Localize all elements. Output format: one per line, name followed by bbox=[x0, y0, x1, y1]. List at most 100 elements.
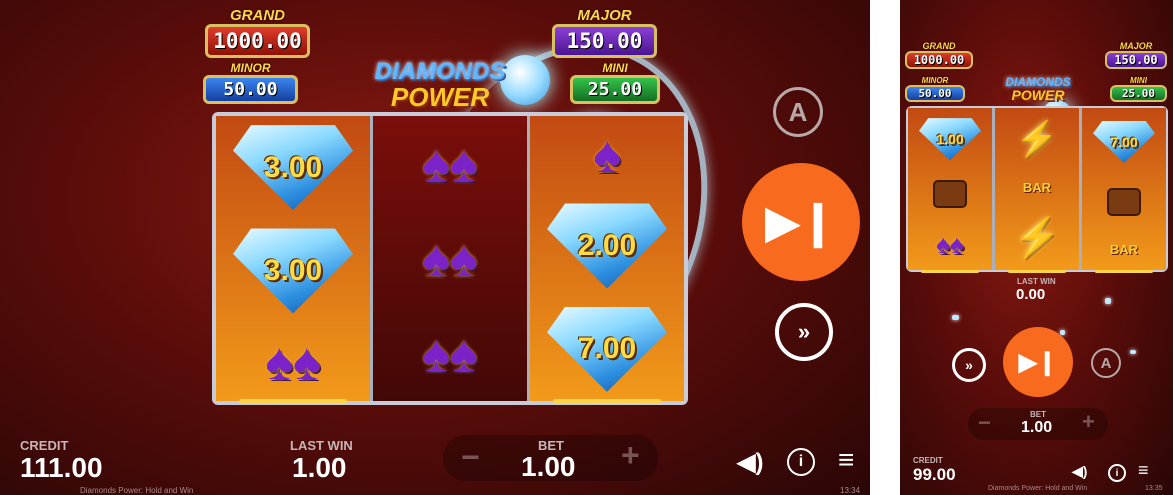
jackpot-minor-label: MINOR bbox=[921, 76, 949, 85]
bet-control: − BET 1.00 + bbox=[443, 435, 658, 482]
bet-control: − BET 1.00 + bbox=[968, 408, 1108, 440]
turbo-button[interactable]: » bbox=[775, 303, 833, 361]
spade-symbol: ♠♠ bbox=[422, 134, 478, 193]
bet-increase-button[interactable]: + bbox=[1082, 409, 1095, 435]
game-logo: DIAMONDS POWER bbox=[355, 58, 525, 112]
jackpot-grand-value: 1000.00 bbox=[205, 24, 310, 58]
jackpot-mini-value: 25.00 bbox=[1110, 85, 1167, 102]
reel-grid: 1.00 ♠♠ ⚡ BAR ⚡ 7.00 BAR bbox=[906, 106, 1168, 273]
jackpot-mini-label: MINI bbox=[1130, 76, 1147, 85]
bet-decrease-button[interactable]: − bbox=[978, 410, 991, 436]
jackpot-minor-value: 50.00 bbox=[203, 75, 298, 104]
reel-highlight-bar bbox=[553, 399, 661, 404]
footer-game-name: Diamonds Power: Hold and Win bbox=[80, 486, 194, 495]
sound-button[interactable]: ◀) bbox=[737, 448, 763, 477]
credit-label: CREDIT bbox=[913, 456, 943, 465]
autoplay-button[interactable]: A bbox=[1090, 347, 1122, 379]
jackpot-mini-label: MINI bbox=[602, 61, 628, 75]
autoplay-icon: A bbox=[1091, 348, 1121, 378]
reel-1: 3.00 3.00 ♠♠ bbox=[216, 116, 373, 404]
logo-line1: DIAMONDS bbox=[374, 58, 506, 85]
ice-shard bbox=[1105, 298, 1111, 304]
skip-forward-icon: ▶❙ bbox=[765, 197, 837, 247]
reel-1: 1.00 ♠♠ bbox=[908, 108, 995, 273]
diamond-symbol: 3.00 bbox=[233, 228, 353, 314]
bar-symbol: BAR bbox=[1109, 242, 1139, 258]
jackpot-minor: MINOR 50.00 bbox=[905, 77, 965, 102]
dice-symbol bbox=[1107, 188, 1141, 217]
jackpot-major-label: MAJOR bbox=[577, 7, 632, 24]
jackpot-grand-label: GRAND bbox=[922, 41, 956, 51]
diamond-value: 3.00 bbox=[263, 150, 323, 184]
spade-symbol: ♠ bbox=[593, 126, 621, 185]
bet-increase-button[interactable]: + bbox=[621, 437, 640, 474]
reel-highlight-bar bbox=[920, 270, 980, 273]
menu-icon: ≡ bbox=[1138, 460, 1149, 480]
bet-label: BET bbox=[1030, 410, 1046, 419]
ice-shard bbox=[1130, 350, 1136, 354]
portrait-game-screen: GRAND 1000.00 MAJOR 150.00 MINOR 50.00 M… bbox=[900, 0, 1173, 495]
lightning-symbol: ⚡ bbox=[1015, 119, 1059, 158]
logo-line2: POWER bbox=[390, 82, 490, 112]
spade-symbol: ♠♠ bbox=[422, 229, 478, 288]
diamond-value: 1.00 bbox=[936, 131, 964, 148]
diamond-value: 3.00 bbox=[263, 253, 323, 287]
diamond-value: 7.00 bbox=[577, 332, 637, 366]
jackpot-grand-value: 1000.00 bbox=[905, 51, 973, 69]
ice-shard bbox=[952, 315, 959, 320]
reel-highlight-bar bbox=[239, 399, 347, 404]
credit-label: CREDIT bbox=[20, 438, 69, 453]
diamond-symbol: 7.00 bbox=[547, 306, 667, 392]
turbo-chevrons-icon: » bbox=[797, 319, 811, 344]
info-icon: i bbox=[798, 453, 804, 470]
spade-symbol: ♠♠ bbox=[422, 324, 478, 383]
jackpot-major-label: MAJOR bbox=[1119, 41, 1153, 51]
diamond-value: 2.00 bbox=[577, 228, 637, 262]
game-logo: DIAMONDS POWER bbox=[988, 76, 1088, 102]
jackpot-grand: GRAND 1000.00 bbox=[205, 8, 310, 58]
menu-button[interactable]: ≡ bbox=[838, 444, 854, 476]
last-win-label: LAST WIN bbox=[1017, 277, 1056, 286]
jackpot-mini: MINI 25.00 bbox=[1110, 77, 1167, 102]
jackpot-grand: GRAND 1000.00 bbox=[905, 42, 973, 69]
autoplay-button[interactable]: A bbox=[768, 82, 828, 142]
reel-grid: 3.00 3.00 ♠♠ ♠♠ ♠♠ ♠♠ ♠ 2.00 7.00 bbox=[212, 112, 688, 405]
diamond-symbol: 1.00 bbox=[919, 118, 981, 161]
autoplay-icon: A bbox=[773, 87, 823, 137]
jackpot-major-value: 150.00 bbox=[552, 24, 657, 58]
jackpot-mini: MINI 25.00 bbox=[570, 62, 660, 104]
speaker-icon: ◀) bbox=[737, 449, 764, 476]
bet-value: 1.00 bbox=[1021, 419, 1053, 436]
lightning-symbol: ⚡ bbox=[1013, 216, 1061, 259]
jackpot-minor-value: 50.00 bbox=[905, 85, 965, 102]
jackpot-minor: MINOR 50.00 bbox=[203, 62, 298, 104]
reel-2: ⚡ BAR ⚡ bbox=[995, 108, 1082, 273]
credit-value: 99.00 bbox=[913, 465, 956, 484]
jackpot-major-value: 150.00 bbox=[1105, 51, 1167, 69]
turbo-button[interactable]: » bbox=[952, 348, 986, 382]
jackpot-minor-label: MINOR bbox=[230, 61, 271, 75]
info-button[interactable]: i bbox=[787, 448, 815, 476]
info-button[interactable]: i bbox=[1108, 464, 1126, 482]
jackpot-mini-value: 25.00 bbox=[570, 75, 660, 104]
speaker-icon: ◀) bbox=[1072, 463, 1088, 479]
landscape-game-screen: GRAND 1000.00 MAJOR 150.00 MINOR 50.00 M… bbox=[0, 0, 870, 495]
reel-highlight-bar bbox=[1094, 270, 1154, 273]
spin-button[interactable]: ▶❙ bbox=[1003, 327, 1073, 397]
bet-value: 1.00 bbox=[521, 451, 576, 482]
spade-symbol: ♠♠ bbox=[936, 228, 964, 259]
spin-button[interactable]: ▶❙ bbox=[742, 163, 860, 281]
diamond-symbol: 7.00 bbox=[1093, 120, 1155, 163]
sound-button[interactable]: ◀) bbox=[1072, 463, 1087, 480]
dice-symbol bbox=[933, 180, 967, 209]
bet-decrease-button[interactable]: − bbox=[461, 439, 480, 476]
last-win-value: 1.00 bbox=[292, 452, 347, 483]
diamond-symbol: 3.00 bbox=[233, 125, 353, 211]
credit-value: 111.00 bbox=[20, 452, 103, 483]
footer-clock: 13:34 bbox=[840, 486, 861, 495]
last-win-value: 0.00 bbox=[1016, 286, 1046, 303]
reel-highlight-bar bbox=[1007, 270, 1067, 273]
info-icon: i bbox=[1115, 467, 1119, 479]
jackpot-major: MAJOR 150.00 bbox=[552, 8, 657, 58]
menu-button[interactable]: ≡ bbox=[1138, 460, 1149, 481]
